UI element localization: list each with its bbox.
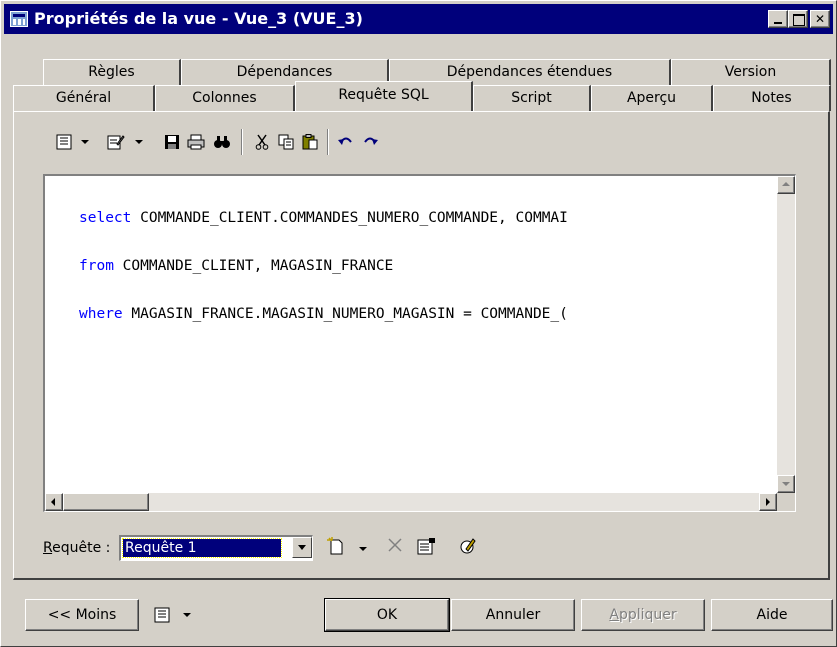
sql-keyword: select [79, 210, 132, 226]
scroll-down-button[interactable] [777, 475, 795, 493]
ok-button[interactable]: OK [324, 598, 450, 632]
scroll-right-icon [766, 498, 770, 506]
horizontal-scrollbar[interactable] [45, 493, 777, 511]
ok-button-label: OK [376, 607, 398, 623]
tab-apercu[interactable]: Aperçu [591, 85, 713, 111]
toolbar-separator [327, 129, 329, 155]
tab-label: Règles [88, 64, 135, 80]
tab-general[interactable]: Général [13, 85, 155, 111]
code-line: select COMMANDE_CLIENT.COMMANDES_NUMERO_… [79, 210, 777, 226]
sql-text: COMMANDE_CLIENT.COMMANDES_NUMERO_COMMAND… [131, 210, 568, 226]
maximize-button[interactable] [788, 10, 808, 28]
cut-icon[interactable] [251, 131, 273, 153]
scroll-right-button[interactable] [759, 493, 777, 511]
title-bar[interactable]: Propriétés de la vue - Vue_3 (VUE_3) ✕ [4, 4, 833, 34]
query-properties-icon[interactable] [417, 537, 437, 560]
query-select-value: Requête 1 [122, 538, 282, 558]
sql-editor[interactable]: select COMMANDE_CLIENT.COMMANDES_NUMERO_… [43, 174, 796, 512]
tab-label: Script [511, 90, 552, 106]
window-app-icon [10, 11, 28, 27]
edit-dropdown-icon[interactable] [135, 140, 143, 144]
scrollbar-corner [777, 493, 795, 511]
tab-label: Version [724, 64, 777, 80]
properties-icon[interactable] [53, 131, 75, 153]
query-dropdown-button[interactable] [292, 537, 312, 558]
menu-list-icon[interactable] [151, 604, 173, 626]
tab-regles[interactable]: Règles [43, 59, 181, 85]
cancel-button-label: Annuler [485, 607, 541, 623]
scroll-up-button[interactable] [777, 176, 795, 194]
scroll-left-button[interactable] [45, 493, 63, 511]
sql-code[interactable]: select COMMANDE_CLIENT.COMMANDES_NUMERO_… [79, 178, 777, 354]
help-button[interactable]: Aide [711, 599, 833, 631]
tab-label: Aperçu [626, 90, 677, 106]
horizontal-scroll-thumb[interactable] [63, 493, 149, 511]
tab-colonnes[interactable]: Colonnes [155, 85, 295, 111]
query-label-mnemonic: R [43, 540, 53, 556]
editor-gutter [45, 176, 77, 493]
less-button-label: << Moins [47, 607, 117, 623]
tab-notes[interactable]: Notes [713, 85, 831, 111]
apply-button-label: ppliquer [618, 607, 677, 623]
sql-text: COMMANDE_CLIENT, MAGASIN_FRANCE [113, 258, 394, 274]
delete-query-icon[interactable] [387, 537, 403, 558]
edit-query-icon[interactable] [459, 537, 477, 560]
help-button-label: Aide [756, 607, 788, 623]
tab-requete-sql[interactable]: Requête SQL [295, 81, 473, 111]
minimize-button[interactable] [768, 10, 788, 28]
find-icon[interactable] [211, 131, 233, 153]
tab-label: Colonnes [192, 90, 257, 106]
query-label: Requête : [43, 540, 110, 556]
sql-text: MAGASIN_FRANCE.MAGASIN_NUMERO_MAGASIN = … [122, 306, 568, 322]
properties-dropdown-icon[interactable] [81, 140, 89, 144]
save-icon[interactable] [161, 131, 183, 153]
close-button[interactable]: ✕ [810, 10, 830, 28]
apply-button-mnemonic: A [609, 607, 619, 623]
query-select[interactable]: Requête 1 [119, 535, 313, 561]
edit-icon[interactable] [105, 131, 127, 153]
redo-icon[interactable] [359, 131, 381, 153]
sql-keyword: from [79, 258, 114, 274]
window-title: Propriétés de la vue - Vue_3 (VUE_3) [34, 9, 363, 28]
scroll-up-icon [782, 182, 790, 186]
vertical-scrollbar[interactable] [777, 176, 795, 493]
tab-version[interactable]: Version [671, 59, 831, 85]
new-query-icon[interactable] [327, 537, 347, 560]
tab-label: Dépendances [236, 64, 333, 80]
scroll-left-icon [51, 498, 55, 506]
less-button[interactable]: << Moins [25, 599, 139, 631]
code-line: where MAGASIN_FRANCE.MAGASIN_NUMERO_MAGA… [79, 306, 777, 322]
paste-icon[interactable] [299, 131, 321, 153]
tab-script[interactable]: Script [473, 85, 591, 111]
undo-icon[interactable] [335, 131, 357, 153]
tab-label: Dépendances étendues [446, 64, 613, 80]
tab-label: Requête SQL [338, 87, 429, 103]
apply-button[interactable]: Appliquer [581, 599, 705, 631]
query-label-text: equête : [52, 540, 111, 556]
tab-label: Général [55, 90, 112, 106]
tab-label: Notes [751, 90, 792, 106]
code-line: from COMMANDE_CLIENT, MAGASIN_FRANCE [79, 258, 777, 274]
toolbar-separator [241, 129, 243, 155]
print-icon[interactable] [185, 131, 207, 153]
new-query-dropdown-icon[interactable] [359, 547, 367, 551]
copy-icon[interactable] [275, 131, 297, 153]
scroll-down-icon [782, 482, 790, 486]
cancel-button[interactable]: Annuler [451, 599, 575, 631]
properties-window: Propriétés de la vue - Vue_3 (VUE_3) ✕ R… [0, 0, 837, 647]
sql-keyword: where [79, 306, 123, 322]
menu-dropdown-icon[interactable] [183, 613, 191, 617]
